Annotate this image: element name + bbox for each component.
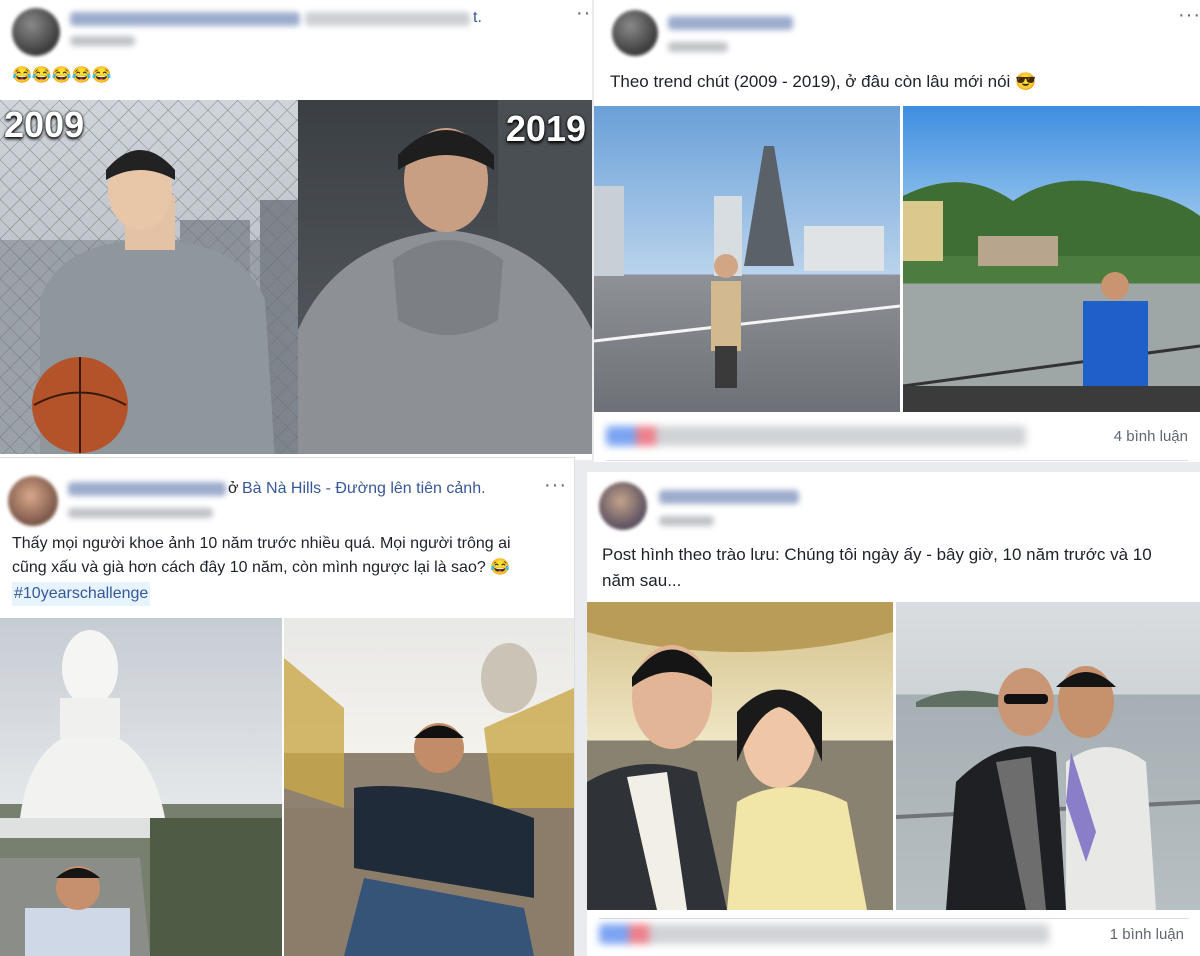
author-name-suffix: t. [473,9,482,26]
author-avatar[interactable] [12,8,60,56]
post-timestamp[interactable] [659,516,714,526]
footer-divider [599,918,1189,919]
year-label: 2009 [4,104,85,145]
man-by-lake-castle-image [903,180,1200,412]
couple-at-sea-image [896,666,1200,910]
post-timestamp[interactable] [68,508,213,518]
hashtag-link[interactable]: #10yearschallenge [12,582,151,606]
post-text: Post hình theo trào lưu: Chúng tôi ngày … [602,545,1152,590]
year-label: 2019 [505,108,586,149]
post-photo-2[interactable] [896,602,1200,910]
post-photo-2[interactable] [903,106,1200,412]
more-options-icon[interactable]: ··· [1178,5,1200,25]
post-timestamp[interactable] [70,36,135,46]
post-top-right: ··· Theo trend chút (2009 - 2019), ở đâu… [594,0,1200,462]
post-photo-1[interactable] [0,618,282,956]
footer-divider [606,460,1188,461]
comments-count[interactable]: 1 bình luận [1110,926,1184,943]
post-header: t. ··· [0,0,592,56]
reactions-summary[interactable] [606,426,1026,446]
man-on-aircraft-carrier-image [594,146,900,388]
post-bottom-right: Post hình theo trào lưu: Chúng tôi ngày … [587,472,1200,956]
classic-couple-portrait-image [587,602,893,910]
author-avatar[interactable] [599,482,647,530]
buddha-statue-man-image [0,630,282,956]
post-text: Theo trend chút (2009 - 2019), ở đâu còn… [610,72,1037,91]
author-name[interactable] [659,490,799,504]
author-name[interactable] [668,16,793,30]
post-photo-2019[interactable]: 2019 [298,100,592,454]
comments-count[interactable]: 4 bình luận [1114,428,1188,445]
older-man-hoodie-image [298,100,592,454]
location-link[interactable]: Bà Nà Hills - Đường lên tiên cảnh. [242,480,486,498]
post-photo-1[interactable] [594,106,900,412]
young-man-basketball-image [0,100,298,454]
author-name[interactable] [68,482,226,496]
post-text: 😂😂😂😂😂 [12,67,112,84]
blurred-tagged-names[interactable] [305,12,470,26]
post-bottom-left: ở Bà Nà Hills - Đường lên tiên cảnh. ···… [0,458,574,956]
author-name[interactable] [70,12,300,26]
location-prefix: ở [228,480,239,497]
reactions-summary[interactable] [599,924,1049,944]
post-header: ở Bà Nà Hills - Đường lên tiên cảnh. ··· [0,458,574,526]
post-photo-2009[interactable]: 2009 [0,100,298,454]
post-header [587,472,1200,530]
post-text: Thấy mọi người khoe ảnh 10 năm trước nhi… [12,535,511,576]
post-photo-2[interactable] [284,618,574,956]
author-avatar[interactable] [8,476,58,526]
author-avatar[interactable] [612,10,658,56]
more-options-icon[interactable]: ··· [544,475,567,495]
post-header: ··· [594,0,1200,62]
post-top-left: t. ··· 😂😂😂😂😂 2009 [0,0,592,460]
post-photo-1[interactable] [587,602,893,910]
man-on-golden-bridge-image [284,643,574,956]
post-timestamp[interactable] [668,42,728,52]
more-options-icon[interactable]: ··· [576,3,592,23]
